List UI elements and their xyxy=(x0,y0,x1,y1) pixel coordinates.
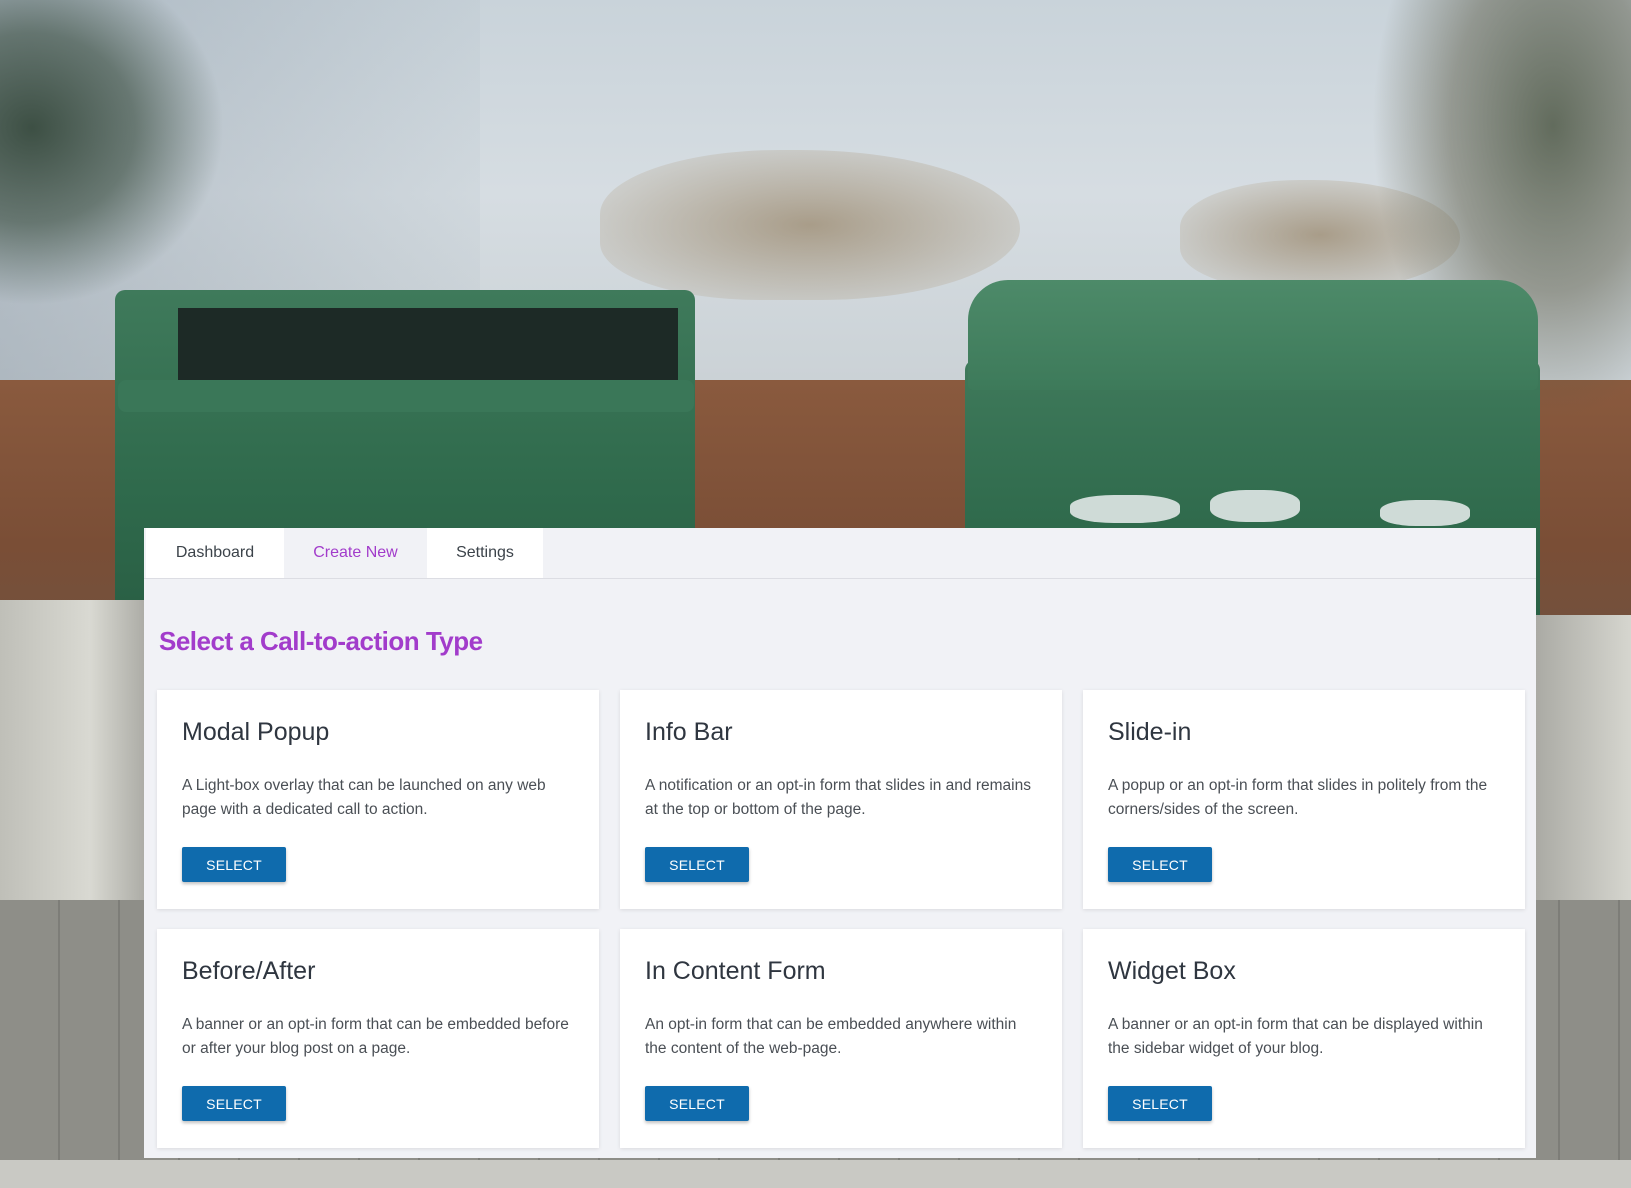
cta-card-info-bar: Info Bar A notification or an opt-in for… xyxy=(620,690,1062,909)
cta-panel: Dashboard Create New Settings Select a C… xyxy=(144,528,1536,1158)
cta-card-widget-box: Widget Box A banner or an opt-in form th… xyxy=(1083,929,1525,1148)
left-bin-rim xyxy=(118,380,694,412)
card-title: Modal Popup xyxy=(182,718,330,746)
cta-card-in-content-form: In Content Form An opt-in form that can … xyxy=(620,929,1062,1148)
select-modal-popup-button[interactable]: SELECT xyxy=(182,847,286,882)
concrete-curb-right xyxy=(1531,615,1631,915)
card-title: Info Bar xyxy=(645,718,733,746)
card-description: A banner or an opt-in form that can be e… xyxy=(182,1016,569,1057)
card-title: Widget Box xyxy=(1108,957,1236,985)
graffiti xyxy=(1380,500,1470,526)
card-description: An opt-in form that can be embedded anyw… xyxy=(645,1016,1017,1057)
card-title: Before/After xyxy=(182,957,316,985)
left-bin-opening xyxy=(178,308,678,383)
card-description: A popup or an opt-in form that slides in… xyxy=(1108,777,1488,818)
select-in-content-form-button[interactable]: SELECT xyxy=(645,1086,749,1121)
card-description: A notification or an opt-in form that sl… xyxy=(645,777,1031,818)
select-before-after-button[interactable]: SELECT xyxy=(182,1086,286,1121)
select-slide-in-button[interactable]: SELECT xyxy=(1108,847,1212,882)
road xyxy=(0,1160,1631,1188)
concrete-curb-left xyxy=(0,600,150,920)
card-description: A banner or an opt-in form that can be d… xyxy=(1108,1016,1483,1057)
cta-card-slide-in: Slide-in A popup or an opt-in form that … xyxy=(1083,690,1525,909)
tab-settings[interactable]: Settings xyxy=(427,528,543,578)
card-title: In Content Form xyxy=(645,957,826,985)
cta-card-before-after: Before/After A banner or an opt-in form … xyxy=(157,929,599,1148)
tab-dashboard[interactable]: Dashboard xyxy=(146,528,284,578)
graffiti xyxy=(1210,490,1300,522)
right-bin-lid xyxy=(968,280,1538,390)
tab-bar: Dashboard Create New Settings xyxy=(144,528,1536,579)
palm-tree xyxy=(0,0,240,320)
page-title: Select a Call-to-action Type xyxy=(159,626,483,656)
select-info-bar-button[interactable]: SELECT xyxy=(645,847,749,882)
cta-card-modal-popup: Modal Popup A Light-box overlay that can… xyxy=(157,690,599,909)
tab-create-new[interactable]: Create New xyxy=(284,528,427,578)
card-description: A Light-box overlay that can be launched… xyxy=(182,777,546,818)
graffiti xyxy=(1070,495,1180,523)
select-widget-box-button[interactable]: SELECT xyxy=(1108,1086,1212,1121)
card-title: Slide-in xyxy=(1108,718,1192,746)
